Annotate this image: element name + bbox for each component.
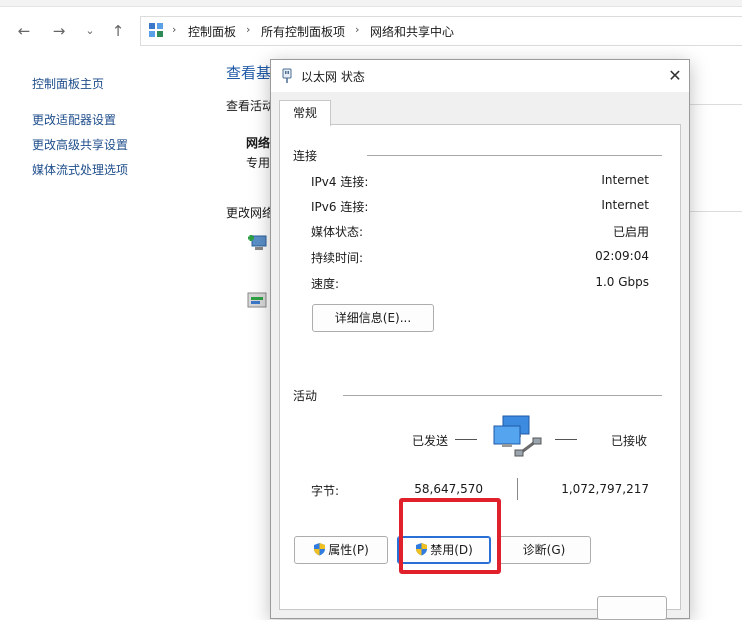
change-settings-heading: 更改网络: [226, 206, 275, 220]
diagnose-button[interactable]: 诊断(G): [497, 536, 591, 564]
bytes-received-value: 1,072,797,217: [561, 482, 649, 496]
media-state-label: 媒体状态:: [311, 225, 364, 239]
breadcrumb-item-control-panel[interactable]: 控制面板: [188, 23, 236, 40]
duration-value: 02:09:04: [595, 249, 649, 263]
sent-label: 已发送: [412, 434, 449, 448]
network-type: 专用: [246, 156, 271, 170]
duration-label: 持续时间:: [311, 251, 364, 265]
ethernet-icon: [280, 68, 294, 84]
breadcrumb-item-network-center[interactable]: 网络和共享中心: [370, 23, 454, 40]
chevron-down-icon[interactable]: ⌄: [78, 20, 102, 42]
network-computers-icon: [491, 414, 543, 460]
forward-arrow-icon[interactable]: →: [47, 20, 71, 42]
dialog-title: 以太网 状态: [301, 70, 365, 84]
sidebar-link-media-streaming[interactable]: 媒体流式处理选项: [32, 161, 128, 178]
bytes-divider: [517, 478, 518, 500]
back-arrow-icon[interactable]: ←: [12, 20, 36, 42]
speed-label: 速度:: [311, 277, 340, 291]
breadcrumb-separator: ›: [246, 23, 251, 36]
page-title: 查看基: [226, 64, 272, 82]
activity-group-label: 活动: [293, 389, 318, 403]
details-button[interactable]: 详细信息(E)...: [312, 304, 434, 332]
properties-button[interactable]: 属性(P): [294, 536, 388, 564]
group-divider: [343, 395, 662, 396]
breadcrumb-separator: ›: [172, 23, 177, 36]
breadcrumb-separator: ›: [355, 23, 360, 36]
tab-general[interactable]: 常规: [279, 100, 331, 126]
network-name: 网络: [246, 136, 271, 150]
close-icon[interactable]: ✕: [663, 64, 687, 88]
media-state-value: 已启用: [612, 225, 649, 239]
window-top-edge: [0, 0, 742, 7]
breadcrumb-item-all-items[interactable]: 所有控制面板项: [261, 23, 345, 40]
ipv6-value: Internet: [601, 198, 649, 212]
highlight-box: [399, 498, 501, 574]
sent-line: [455, 439, 477, 440]
troubleshoot-icon[interactable]: [246, 290, 268, 310]
received-label: 已接收: [611, 434, 648, 448]
new-connection-icon[interactable]: [246, 230, 268, 252]
connection-group-label: 连接: [293, 149, 318, 163]
ipv4-label: IPv4 连接:: [311, 175, 369, 189]
control-panel-icon: [148, 22, 164, 38]
bytes-sent-value: 58,647,570: [414, 482, 483, 496]
group-divider: [367, 155, 662, 156]
sidebar-link-advanced-sharing[interactable]: 更改高级共享设置: [32, 136, 128, 153]
divider: [690, 211, 742, 212]
divider: [690, 104, 742, 105]
close-button[interactable]: [597, 596, 667, 620]
properties-button-label: 属性(P): [328, 543, 369, 557]
up-arrow-icon[interactable]: ↑: [106, 20, 130, 42]
ipv6-label: IPv6 连接:: [311, 200, 369, 214]
active-networks-heading: 查看活动: [226, 99, 275, 113]
sidebar-link-home[interactable]: 控制面板主页: [32, 75, 104, 92]
received-line: [555, 439, 577, 440]
bytes-label: 字节:: [311, 484, 340, 498]
speed-value: 1.0 Gbps: [595, 275, 649, 289]
sidebar-link-adapter-settings[interactable]: 更改适配器设置: [32, 111, 116, 128]
ipv4-value: Internet: [601, 173, 649, 187]
shield-icon: [313, 539, 326, 565]
